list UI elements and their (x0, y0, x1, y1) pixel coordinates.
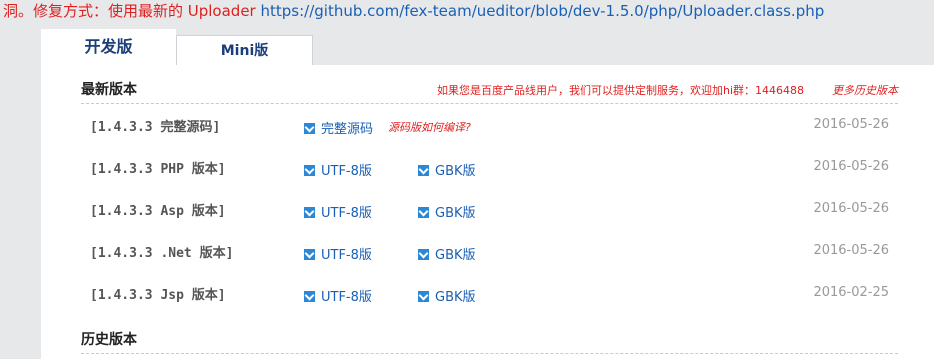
history-title: 历史版本 (81, 332, 137, 348)
release-date: 2016-05-26 (813, 159, 889, 174)
latest-section-header: 最新版本 如果您是百度产品线用户，我们可以提供定制服务，欢迎加hi群：14464… (81, 79, 898, 104)
download-utf8-link[interactable]: UTF-8版 (304, 160, 372, 179)
release-date: 2016-02-25 (813, 285, 889, 300)
release-name: [1.4.3.3 Jsp 版本] (90, 288, 226, 303)
more-history-link[interactable]: 更多历史版本 (832, 82, 898, 98)
download-icon (418, 165, 429, 176)
tab-mini[interactable]: Mini版 (176, 35, 313, 65)
release-name: [1.4.3.3 Asp 版本] (90, 204, 226, 219)
uploader-fix-link[interactable]: https://github.com/fex-team/ueditor/blob… (261, 2, 825, 20)
release-row: [1.4.3.3 完整源码] 完整源码 源码版如何编译? 2016-05-26 (41, 116, 934, 138)
download-icon (304, 165, 315, 176)
release-date: 2016-05-26 (813, 201, 889, 216)
download-utf8-link[interactable]: UTF-8版 (304, 202, 372, 221)
release-date: 2016-05-26 (813, 243, 889, 258)
release-row: [1.4.3.3 Jsp 版本] UTF-8版 GBK版 2016-02-25 (41, 284, 934, 306)
release-name: [1.4.3.3 完整源码] (90, 120, 221, 135)
release-date: 2016-05-26 (813, 117, 889, 132)
release-row: [1.4.3.3 .Net 版本] UTF-8版 GBK版 2016-05-26 (41, 242, 934, 264)
download-icon (418, 291, 429, 302)
tab-dev[interactable]: 开发版 (41, 29, 176, 66)
release-row: [1.4.3.3 PHP 版本] UTF-8版 GBK版 2016-05-26 (41, 158, 934, 180)
history-section-header: 历史版本 (81, 329, 898, 354)
download-gbk-link[interactable]: GBK版 (418, 160, 476, 179)
notice-text: 洞。修复方式：使用最新的 Uploader (3, 2, 256, 20)
security-notice: 洞。修复方式：使用最新的 Uploader https://github.com… (3, 0, 824, 22)
custom-service-promo: 如果您是百度产品线用户，我们可以提供定制服务，欢迎加hi群：1446488 (436, 84, 804, 97)
download-icon (304, 249, 315, 260)
release-name: [1.4.3.3 PHP 版本] (90, 162, 226, 177)
download-icon (304, 207, 315, 218)
latest-title: 最新版本 (81, 82, 137, 98)
release-name: [1.4.3.3 .Net 版本] (90, 246, 234, 261)
release-row: [1.4.3.3 Asp 版本] UTF-8版 GBK版 2016-05-26 (41, 200, 934, 222)
download-panel: 最新版本 如果您是百度产品线用户，我们可以提供定制服务，欢迎加hi群：14464… (41, 65, 934, 359)
download-utf8-link[interactable]: UTF-8版 (304, 286, 372, 305)
download-full-source-link[interactable]: 完整源码 (304, 118, 373, 137)
download-gbk-link[interactable]: GBK版 (418, 202, 476, 221)
download-icon (418, 249, 429, 260)
download-icon (304, 291, 315, 302)
download-icon (304, 123, 315, 134)
download-utf8-link[interactable]: UTF-8版 (304, 244, 372, 263)
how-to-compile-link[interactable]: 源码版如何编译? (388, 119, 471, 135)
download-gbk-link[interactable]: GBK版 (418, 244, 476, 263)
download-gbk-link[interactable]: GBK版 (418, 286, 476, 305)
download-icon (418, 207, 429, 218)
